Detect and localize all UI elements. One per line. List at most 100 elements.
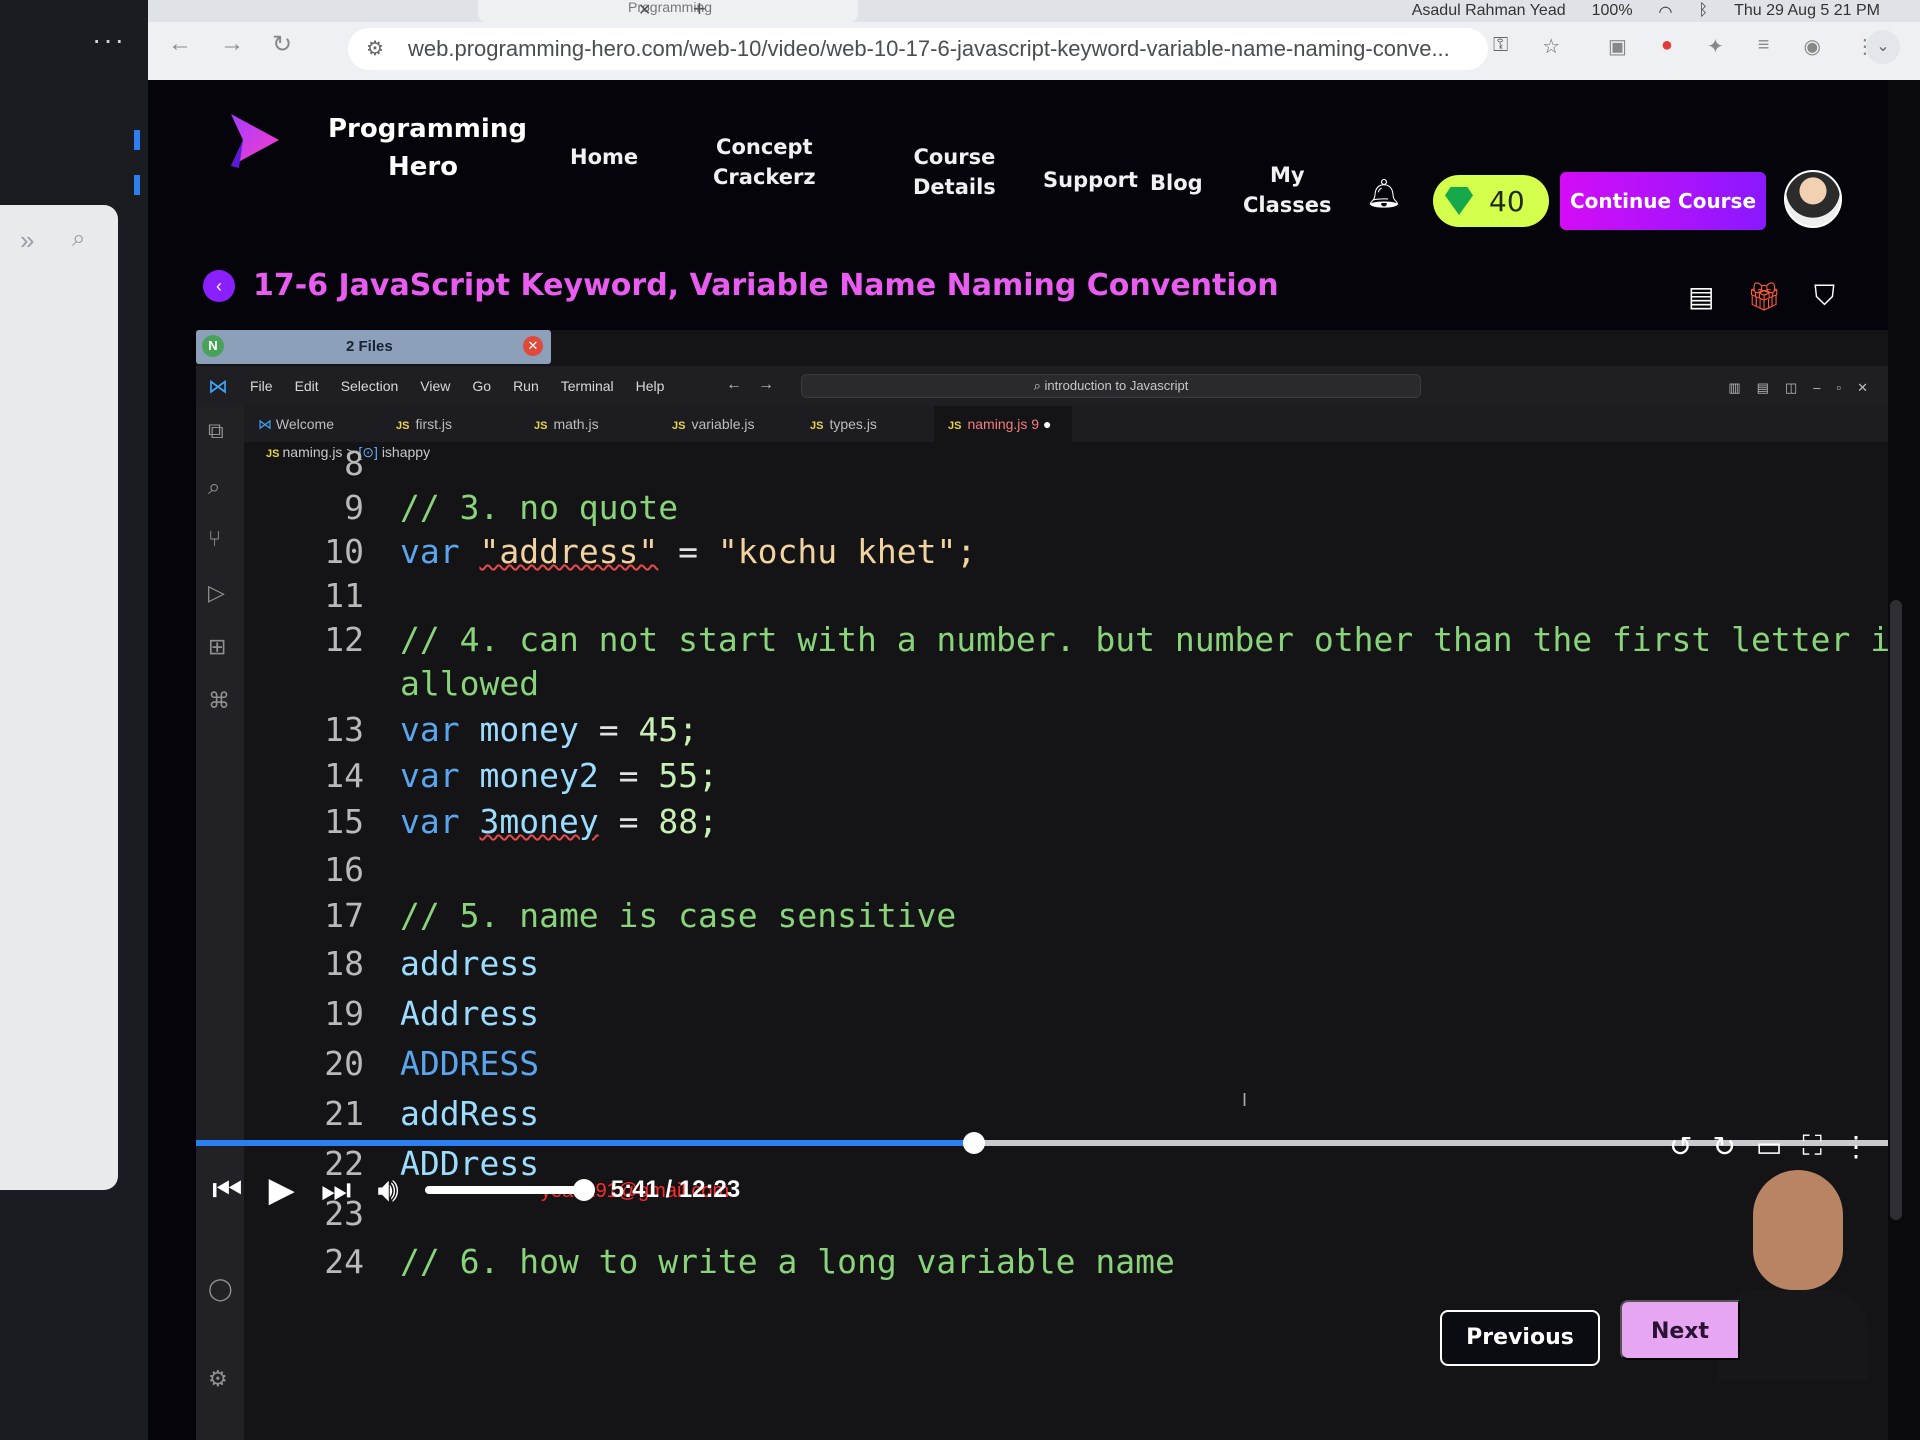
code-number: 55; (658, 756, 718, 795)
browser-chrome: Programming ✕ + Asadul Rahman Yead 100% … (148, 0, 1920, 80)
code-line: 19 Address (244, 994, 1858, 1033)
video-progress-bar[interactable] (196, 1132, 1888, 1154)
bluetooth-icon[interactable]: ᛒ (1699, 2, 1709, 22)
nav-my-classes[interactable]: My Classes (1243, 160, 1332, 220)
code-variable: 3money (479, 802, 599, 841)
volume-thumb[interactable] (572, 1179, 595, 1201)
code-line: 20 ADDRESS (244, 1044, 1858, 1083)
code-comment: // 3. no quote (400, 488, 679, 527)
url-text: web.programming-hero.com/web-10/video/we… (408, 36, 1450, 61)
text-cursor-icon: I (1242, 1090, 1248, 1110)
nav-home[interactable]: Home (570, 142, 638, 172)
chevrons-right-icon[interactable]: » (20, 225, 34, 256)
nav-concept-line-1: Concept (716, 135, 813, 159)
more-icon[interactable]: ··· (92, 24, 126, 56)
rewind-10-icon[interactable]: ↺ (1669, 1130, 1692, 1163)
address-bar[interactable]: ⚙ web.programming-hero.com/web-10/video/… (348, 28, 1488, 70)
programming-hero-logo-icon[interactable] (223, 110, 283, 170)
gift-icon[interactable]: 🎁︎ (1746, 280, 1782, 313)
previous-button[interactable]: Previous (1440, 1310, 1600, 1366)
gems-badge[interactable]: 40 (1433, 175, 1549, 227)
menu-go: Go (472, 378, 492, 394)
player-right-controls: ↺ ↻ ▭ ⛶ ⋮ (1669, 1130, 1870, 1163)
site-settings-icon[interactable]: ⚙ (366, 28, 384, 70)
code-comment: // 6. how to write a long variable name (400, 1242, 1175, 1281)
puzzle-icon[interactable]: ✦ (1707, 34, 1724, 59)
close-tab-icon[interactable]: ✕ (638, 0, 651, 20)
search-icon[interactable]: ⌕ (72, 225, 85, 253)
skip-next-icon[interactable]: ⏭ (321, 1171, 352, 1210)
notes-icon[interactable]: ▤ (1688, 280, 1714, 313)
extensions: ▣ ● ✦ ≡ ◉ ⋮ (1608, 34, 1875, 59)
nav-classes-line-1: My (1269, 163, 1305, 187)
editor-tab: JS types.js (810, 416, 877, 432)
bell-icon[interactable]: 🔔︎ (1366, 177, 1402, 210)
browser-tab[interactable]: Programming (478, 0, 858, 22)
search-icon: ⌕ (1033, 378, 1045, 393)
back-icon[interactable]: ← (168, 30, 192, 59)
bookmark-icon[interactable]: ⛉ (1814, 280, 1835, 313)
chevron-down-icon[interactable]: ⌄ (1866, 30, 1900, 64)
line-number: 14 (324, 756, 364, 795)
adblock-icon[interactable]: ● (1661, 34, 1673, 59)
code-string: "kochu khet"; (717, 532, 977, 571)
code-line: 8 (244, 444, 1858, 483)
code-variable: ADDRESS (400, 1044, 540, 1083)
play-icon[interactable]: ▶ (269, 1170, 295, 1210)
line-number: 11 (324, 576, 364, 615)
arrow-right-icon: → (758, 376, 774, 393)
nav-support-label: Support (1043, 168, 1138, 192)
player-controls: ⏮ ▶ ⏭ 🔊︎ 5:41 / 12:23 (212, 1170, 740, 1210)
close-icon: ✕ (523, 336, 543, 356)
fullscreen-icon[interactable]: ⛶ (1802, 1130, 1822, 1163)
back-arrow-icon[interactable]: ‹ (203, 270, 235, 302)
next-button[interactable]: Next (1620, 1300, 1740, 1360)
skip-previous-icon[interactable]: ⏮ (212, 1171, 243, 1210)
key-icon[interactable]: ⚿ (1493, 34, 1508, 59)
gems-count: 40 (1489, 184, 1525, 218)
new-tab-icon[interactable]: + (693, 0, 706, 22)
media-icon[interactable]: ≡ (1758, 34, 1770, 59)
nav-concept-line-2: Crackerz (713, 165, 816, 189)
side-panel: » ⌕ (0, 205, 118, 1190)
vscode-activity-bar: ⧉ ⌕ ⑂ ▷ ⊞ ⌘ ◯ ⚙ (196, 406, 244, 1440)
code-line: 10 var "address" = "kochu khet"; (244, 532, 1858, 571)
indicator-mark (134, 175, 140, 195)
nav-course-details[interactable]: Course Details (913, 142, 996, 202)
code-line: 11 (244, 576, 1858, 615)
extension-icon[interactable]: ▣ (1608, 34, 1627, 59)
bookmark-star-icon[interactable]: ☆ (1542, 34, 1560, 59)
video-player[interactable]: N 2 Files ✕ ⋈ File Edit Selection View G… (196, 330, 1888, 1440)
continue-course-button[interactable]: Continue Course (1560, 172, 1766, 230)
reload-icon[interactable]: ↻ (272, 30, 292, 59)
volume-slider[interactable] (424, 1179, 595, 1201)
code-comment: // 5. name is case sensitive (400, 896, 957, 935)
page-scrollbar[interactable] (1890, 600, 1902, 1220)
nav-classes-line-2: Classes (1243, 193, 1332, 217)
wifi-icon[interactable]: ◠ (1659, 2, 1673, 22)
code-comment: allowed (400, 664, 540, 703)
forward-10-icon[interactable]: ↻ (1712, 1130, 1735, 1163)
arrow-left-icon: ← (726, 376, 742, 393)
vscode-nav-arrows: ← → (726, 376, 774, 394)
line-number: 16 (324, 850, 364, 889)
volume-icon[interactable]: 🔊︎ (377, 1171, 398, 1210)
brand-name[interactable]: Programming Hero (328, 110, 527, 186)
code-line: 14 var money2 = 55; (244, 756, 1858, 795)
theater-mode-icon[interactable]: ▭ (1756, 1130, 1782, 1163)
code-variable: money (479, 710, 579, 749)
line-number: 8 (344, 444, 364, 483)
code-variable: money2 (479, 756, 599, 795)
url-icons: ⚿ ☆ (1493, 34, 1560, 59)
avatar[interactable] (1784, 170, 1842, 228)
forward-icon[interactable]: → (220, 30, 244, 59)
menu-edit: Edit (294, 378, 319, 394)
video-time: 5:41 / 12:23 (610, 1176, 741, 1203)
code-operator: = (598, 710, 619, 749)
more-options-icon[interactable]: ⋮ (1842, 1130, 1870, 1163)
nav-support[interactable]: Support (1043, 165, 1138, 195)
vscode-command-center: ⌕ introduction to Javascript (801, 374, 1421, 398)
profile-icon[interactable]: ◉ (1803, 34, 1820, 59)
nav-blog[interactable]: Blog (1150, 168, 1203, 198)
nav-concept-crackerz[interactable]: Concept Crackerz (713, 132, 816, 192)
